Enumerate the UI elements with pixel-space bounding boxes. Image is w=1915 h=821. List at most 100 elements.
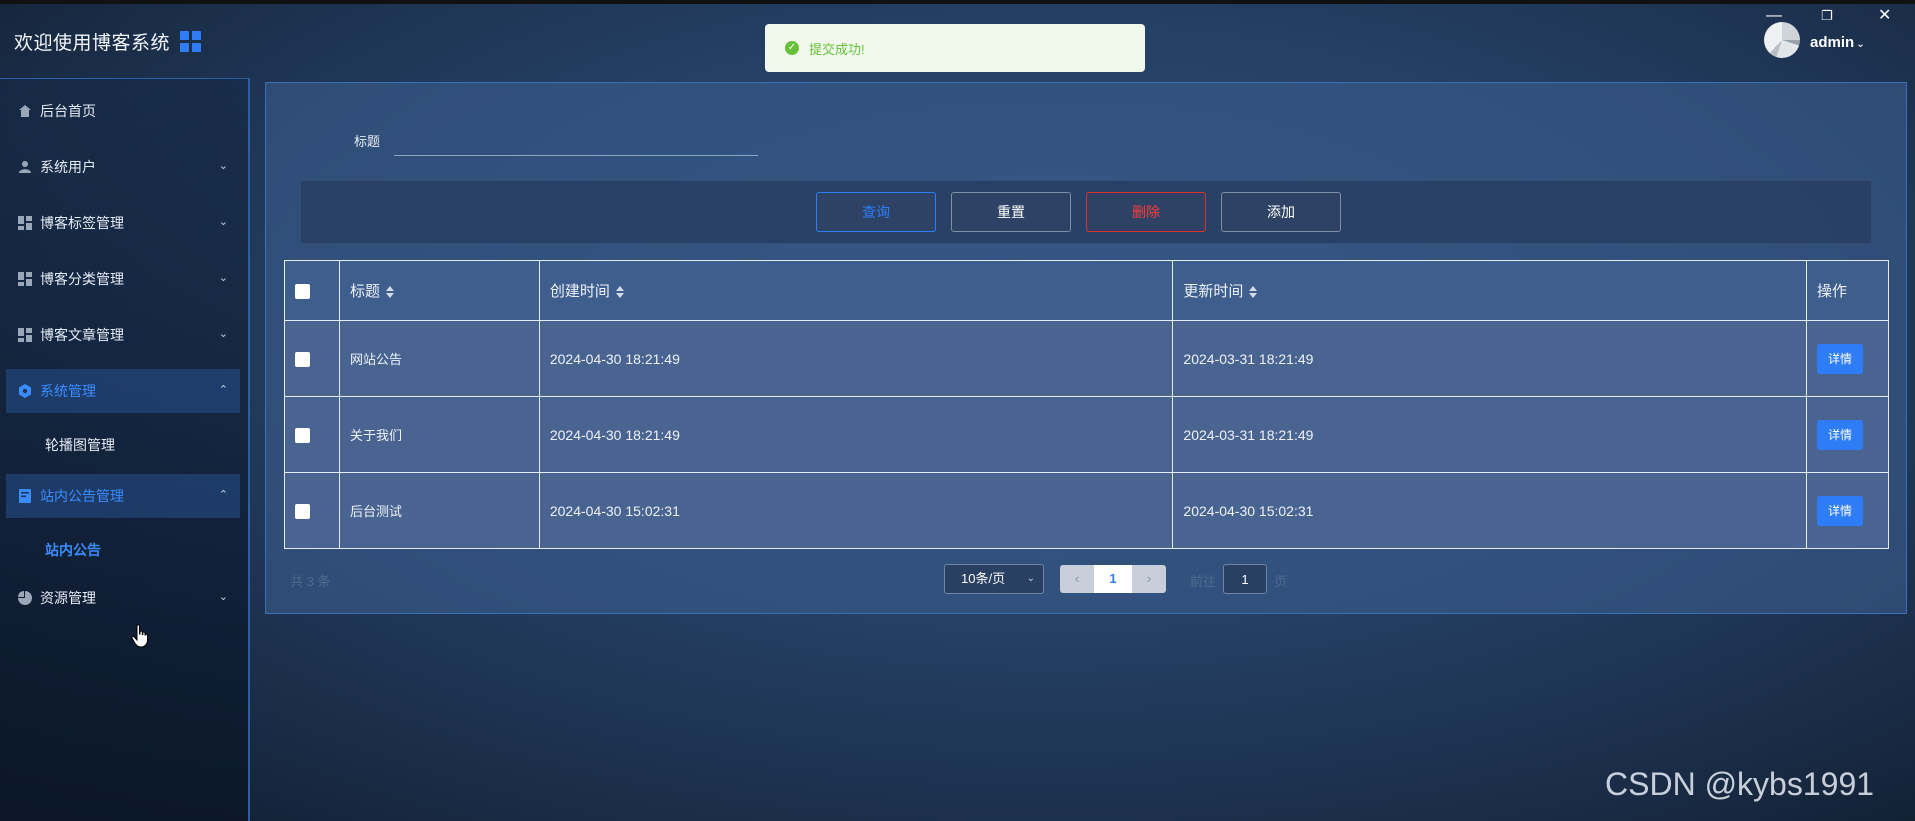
column-header-created[interactable]: 创建时间 [538,260,1174,321]
watermark: CSDN @kybs1991 [1605,766,1875,802]
toolbar: 查询 重置 删除 添加 [301,181,1871,243]
dashboard-icon [18,272,32,286]
notice-table: 标题 创建时间 更新时间 操作 网站公告 2024-04-30 18:21:49… [284,260,1890,549]
chevron-right-icon: › [1146,571,1152,586]
pagination-total: 共 3 条 [290,574,331,589]
toast-message: 提交成功! [809,41,865,57]
sidebar-item-blog-articles[interactable]: 博客文章管理 ⌄ [6,313,240,357]
column-header-label: 创建时间 [549,283,610,300]
settings-icon [19,384,31,398]
sidebar-item-system-management[interactable]: 系统管理 ⌃ [6,369,240,413]
sidebar-item-notice-management[interactable]: 站内公告管理 ⌃ [6,474,240,518]
row-updated: 2024-03-31 18:21:49 [1172,320,1807,397]
chevron-up-icon: ⌃ [218,489,228,501]
table-header-row: 标题 创建时间 更新时间 操作 [284,260,1890,321]
column-header-actions: 操作 [1805,260,1890,321]
row-actions: 详情 [1805,472,1890,549]
sidebar-item-dashboard-home[interactable]: 后台首页 [6,89,240,133]
sidebar-item-label: 资源管理 [40,590,96,606]
sidebar-item-resources[interactable]: 资源管理 ⌄ [6,576,240,620]
sidebar: 后台首页 系统用户 ⌄ 博客标签管理 ⌄ 博客分类管理 ⌄ 博客文章管理 ⌄ 系… [0,78,250,821]
detail-button[interactable]: 详情 [1816,495,1863,526]
user-name: admin [1810,34,1855,51]
row-checkbox[interactable] [295,503,310,519]
main-panel: 标题 查询 重置 删除 添加 标题 创建时间 更新时间 操作 网站公告 2024… [265,82,1907,614]
chevron-up-icon: ⌃ [218,384,228,396]
sidebar-item-blog-categories[interactable]: 博客分类管理 ⌄ [6,257,240,301]
sidebar-item-label: 博客文章管理 [40,327,124,343]
sort-icon[interactable] [1249,286,1258,299]
dashboard-icon [18,328,32,342]
row-actions: 详情 [1805,396,1890,473]
sidebar-item-label: 博客分类管理 [40,271,124,287]
title-search-input[interactable] [394,121,758,156]
next-page-button[interactable]: › [1132,565,1166,593]
delete-button[interactable]: 删除 [1086,192,1206,232]
prev-page-button[interactable]: ‹ [1060,565,1094,593]
chevron-down-icon: ⌄ [218,328,228,340]
sidebar-item-label: 系统管理 [40,383,96,399]
search-label: 标题 [354,134,381,149]
query-button[interactable]: 查询 [816,192,936,232]
select-all-cell [284,260,340,321]
row-select-cell [284,472,340,549]
goto-page-input[interactable] [1223,564,1267,594]
close-button[interactable]: ✕ [1878,8,1891,24]
row-title: 网站公告 [338,320,540,397]
chevron-down-icon: ⌄ [218,216,228,228]
dashboard-icon [18,216,32,230]
sidebar-item-label: 后台首页 [40,103,96,119]
row-actions: 详情 [1805,320,1890,397]
avatar[interactable] [1764,22,1800,58]
row-created: 2024-04-30 18:21:49 [538,320,1174,397]
column-header-label: 更新时间 [1183,283,1244,300]
goto-label: 前往 [1190,574,1217,589]
row-created: 2024-04-30 18:21:49 [538,396,1174,473]
chevron-down-icon: ⌄ [1026,573,1035,584]
table-row: 关于我们 2024-04-30 18:21:49 2024-03-31 18:2… [284,396,1890,473]
sort-icon[interactable] [386,286,394,299]
reset-button[interactable]: 重置 [951,192,1071,232]
sort-icon[interactable] [615,286,624,299]
chevron-down-icon: ⌄ [218,272,228,284]
row-checkbox[interactable] [295,427,310,443]
hand-cursor-icon [131,624,148,648]
chevron-down-icon: ⌄ [1856,39,1865,50]
home-icon [19,105,31,117]
row-updated: 2024-03-31 18:21:49 [1172,396,1807,473]
row-title: 后台测试 [338,472,540,549]
sidebar-item-label: 站内公告管理 [40,488,124,504]
chevron-left-icon: ‹ [1074,571,1080,586]
sidebar-item-label: 系统用户 [40,159,96,175]
row-title: 关于我们 [338,396,540,473]
table-row: 网站公告 2024-04-30 18:21:49 2024-03-31 18:2… [284,320,1890,397]
chevron-down-icon: ⌄ [218,160,228,172]
column-header-updated[interactable]: 更新时间 [1172,260,1807,321]
column-header-title[interactable]: 标题 [338,260,540,321]
minimize-button[interactable]: — [1766,8,1782,24]
user-menu[interactable]: admin ⌄ [1810,34,1865,51]
sidebar-subitem-carousel[interactable]: 轮播图管理 [45,435,115,455]
row-select-cell [284,396,340,473]
sidebar-subitem-notice[interactable]: 站内公告 [45,540,101,560]
user-icon [19,161,31,173]
sidebar-item-blog-tags[interactable]: 博客标签管理 ⌄ [6,201,240,245]
add-button[interactable]: 添加 [1221,192,1341,232]
select-all-checkbox[interactable] [295,283,310,299]
column-header-label: 标题 [349,283,380,300]
row-updated: 2024-04-30 15:02:31 [1172,472,1807,549]
page-size-select[interactable]: 10条/页 ⌄ [944,564,1044,594]
restore-button[interactable]: ❐ [1821,8,1833,24]
goto-suffix: 页 [1274,574,1288,589]
page-number-current[interactable]: 1 [1094,565,1132,593]
row-checkbox[interactable] [295,351,310,367]
sidebar-item-system-users[interactable]: 系统用户 ⌄ [6,145,240,189]
row-created: 2024-04-30 15:02:31 [538,472,1174,549]
chevron-down-icon: ⌄ [218,591,228,603]
row-select-cell [284,320,340,397]
notice-icon [19,489,31,503]
grid-menu-icon[interactable] [180,31,202,53]
detail-button[interactable]: 详情 [1816,419,1863,450]
detail-button[interactable]: 详情 [1816,343,1863,374]
page-size-value: 10条/页 [961,571,1006,586]
